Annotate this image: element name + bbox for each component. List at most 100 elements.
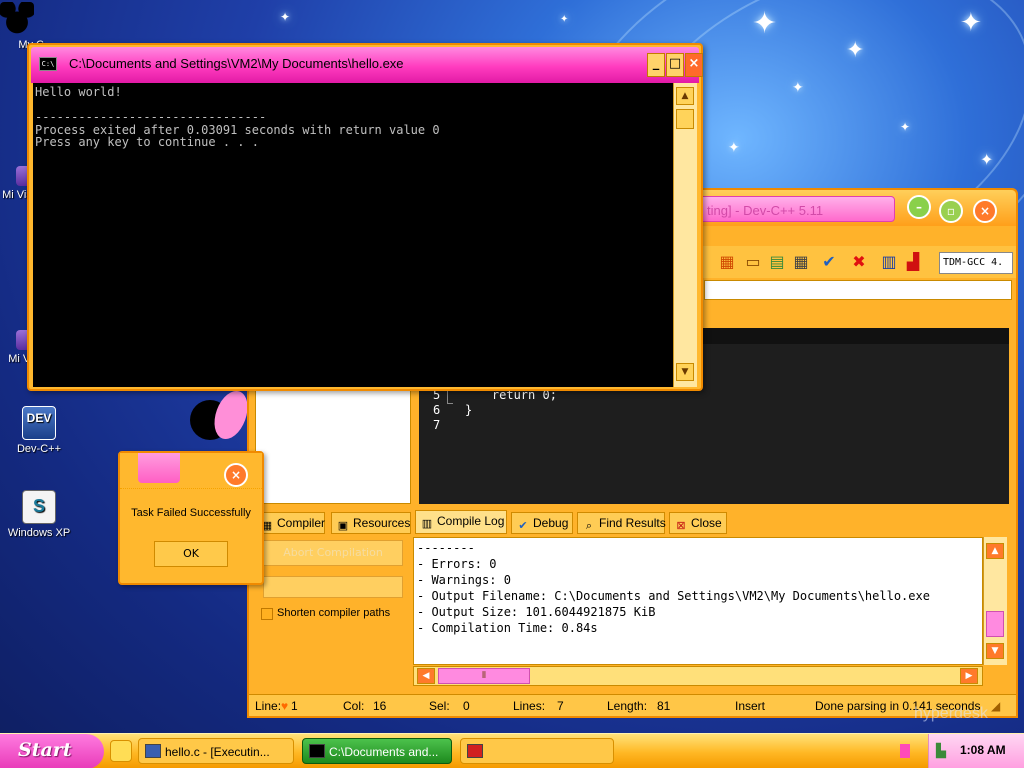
sparkle: ✦	[980, 150, 994, 169]
tab-compiler[interactable]: ▦ Compiler	[255, 512, 325, 534]
tab-resources[interactable]: ▣ Resources	[331, 512, 411, 534]
desktop-icon-label: Windows XP	[7, 527, 71, 539]
tab-find-results[interactable]: ⌕ Find Results	[577, 512, 666, 534]
devcpp-icon	[145, 744, 161, 758]
tab-label: Close	[691, 516, 722, 530]
scroll-down-icon[interactable]: ▼	[676, 363, 694, 381]
tab-debug[interactable]: ✔ Debug	[511, 512, 573, 534]
status-mode: Insert	[735, 699, 766, 713]
status-lines-value: 7	[557, 699, 564, 713]
scroll-down-icon[interactable]: ▼	[986, 643, 1004, 659]
console-app-icon: C:\	[39, 57, 57, 71]
sparkle: ✦	[960, 8, 982, 38]
dialog-title-pill	[138, 453, 180, 483]
status-length-label: Length:	[607, 699, 648, 713]
profile-icon[interactable]: ▟	[903, 252, 923, 272]
log-vertical-scrollbar[interactable]: ▲ ▼	[983, 537, 1007, 665]
console-icon	[309, 744, 325, 758]
hyperdesk-watermark: hyperdesk	[914, 705, 988, 722]
check-icon: ✔	[518, 520, 528, 532]
heart-icon: ♥	[281, 699, 289, 713]
function-list-bar[interactable]	[704, 280, 1012, 300]
sparkle: ✦	[280, 10, 291, 24]
start-button[interactable]: Start	[0, 734, 104, 768]
status-sel-value: 0	[463, 699, 470, 713]
minimize-button[interactable]: _	[647, 53, 665, 77]
task-label: C:\Documents and...	[329, 745, 439, 759]
quick-launch-icon[interactable]	[110, 740, 132, 762]
layout-icon[interactable]: ▤	[767, 252, 787, 272]
chart-icon[interactable]: ▥	[879, 252, 899, 272]
close-button[interactable]: ×	[685, 53, 703, 77]
resize-grip-icon: ◢	[991, 699, 1001, 713]
scroll-thumb[interactable]	[676, 109, 694, 129]
taskbar-item-devcpp[interactable]: hello.c - [Executin...	[138, 738, 294, 764]
scroll-left-icon[interactable]: ◀	[417, 668, 435, 684]
project-browser[interactable]	[255, 390, 411, 504]
mickey-icon	[0, 2, 34, 36]
close-icon[interactable]: ×	[973, 199, 997, 223]
code-line: }	[465, 403, 473, 417]
tab-label: Debug	[533, 516, 569, 530]
clock[interactable]: 1:08 AM	[960, 743, 1006, 757]
dialog-message: Task Failed Successfully	[131, 507, 251, 519]
desktop-icon-label: Dev-C++	[16, 443, 62, 455]
console-output[interactable]: Hello world! ---------------------------…	[33, 83, 673, 387]
sparkle: ✦	[792, 80, 804, 96]
sparkle: ✦	[728, 140, 740, 156]
compile-log-output[interactable]: -------- - Errors: 0 - Warnings: 0 - Out…	[413, 537, 983, 665]
minimize-icon[interactable]: –	[907, 195, 931, 219]
sparkle: ✦	[900, 120, 911, 134]
status-sel-label: Sel:	[429, 699, 450, 713]
tab-close[interactable]: ⊠ Close	[669, 512, 727, 534]
abort-compilation-button[interactable]: Abort Compilation	[263, 540, 403, 566]
desktop-icon-devcpp[interactable]: DEV Dev-C++	[4, 406, 74, 455]
check-icon[interactable]: ✔	[819, 252, 839, 272]
console-window: C:\ C:\Documents and Settings\VM2\My Doc…	[27, 43, 703, 391]
resources-icon: ▣	[337, 520, 349, 532]
taskbar-item-dialog[interactable]	[460, 738, 614, 764]
tab-compile-log[interactable]: ▥ Compile Log	[415, 510, 507, 534]
cross-icon[interactable]: ✖	[849, 252, 869, 272]
restore-icon[interactable]: ▫	[939, 199, 963, 223]
bar-chart-icon: ▥	[421, 518, 433, 530]
console-vertical-scrollbar[interactable]: ▲ ▼	[673, 83, 697, 387]
window-icon[interactable]: ▭	[743, 252, 763, 272]
close-icon[interactable]: ×	[224, 463, 248, 487]
status-line-value: 1	[291, 699, 298, 713]
status-lines-label: Lines:	[513, 699, 546, 713]
compiler-select[interactable]: TDM-GCC 4.	[939, 252, 1013, 274]
tab-label: Find Results	[599, 516, 666, 530]
fold-marker	[447, 390, 453, 404]
language-indicator[interactable]	[900, 744, 910, 758]
console-window-title: C:\Documents and Settings\VM2\My Documen…	[69, 56, 404, 71]
tab-label: Compiler	[277, 516, 326, 530]
compile-progress-bar	[263, 576, 403, 598]
devcpp-window-title: ting] - Dev-C++ 5.11	[707, 203, 824, 218]
dialog-icon	[467, 744, 483, 758]
status-col-value: 16	[373, 699, 387, 713]
network-icon[interactable]: ▙	[936, 744, 946, 759]
taskbar-item-console[interactable]: C:\Documents and...	[302, 738, 452, 764]
scroll-right-icon[interactable]: ▶	[960, 668, 978, 684]
scroll-up-icon[interactable]: ▲	[676, 87, 694, 105]
code-line-number: 6	[433, 403, 441, 417]
status-line-label: Line:	[255, 699, 282, 713]
ok-button[interactable]: OK	[154, 541, 228, 567]
scroll-thumb[interactable]	[986, 611, 1004, 637]
log-horizontal-scrollbar[interactable]: ◀ ⦀ ▶	[413, 666, 983, 686]
desktop-icon-windows-xp[interactable]: S Windows XP	[4, 490, 74, 539]
scroll-up-icon[interactable]: ▲	[986, 543, 1004, 559]
maximize-button[interactable]: □	[666, 53, 684, 77]
status-col-label: Col:	[343, 699, 365, 713]
taskbar: Start hello.c - [Executin... C:\Document…	[0, 733, 1024, 768]
task-failed-dialog: × Task Failed Successfully OK	[118, 451, 264, 585]
sparkle: ✦	[846, 38, 865, 63]
tab-label: Compile Log	[437, 514, 505, 528]
scroll-thumb[interactable]: ⦀	[438, 668, 530, 684]
sparkle: ✦	[560, 14, 569, 25]
status-length-value: 81	[657, 699, 671, 713]
tile-windows-icon[interactable]: ▦	[717, 252, 737, 272]
grid-icon[interactable]: ▦	[791, 252, 811, 272]
shorten-paths-checkbox[interactable]	[261, 608, 273, 620]
